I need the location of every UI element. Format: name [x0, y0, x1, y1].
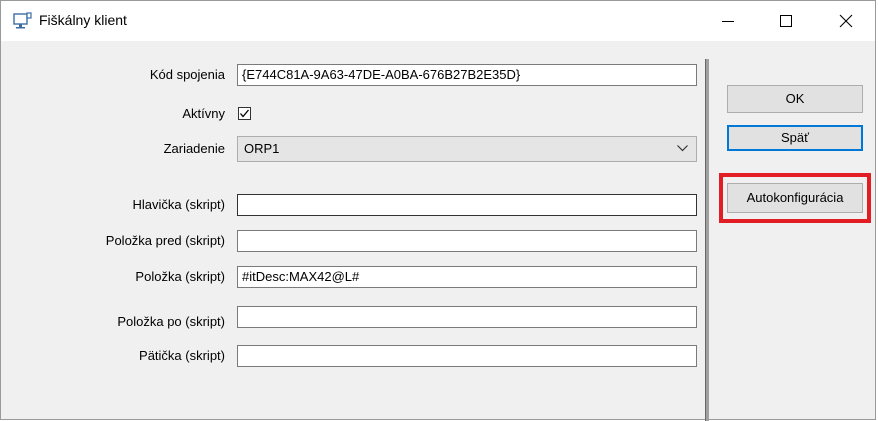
- zariadenie-label: Zariadenie: [163, 141, 225, 156]
- highlight-annotation: [719, 173, 871, 223]
- kod-spojenia-input[interactable]: {E744C81A-9A63-47DE-A0BA-676B27B2E35D}: [237, 64, 697, 86]
- polozka-pred-input[interactable]: [237, 230, 697, 252]
- checkmark-icon: [240, 109, 249, 118]
- polozka-pred-label: Položka pred (skript): [105, 233, 225, 248]
- minimize-button[interactable]: [699, 1, 757, 41]
- paticka-label: Pätička (skript): [139, 348, 225, 363]
- polozka-label: Položka (skript): [135, 269, 225, 284]
- app-icon: [13, 12, 33, 30]
- ok-button[interactable]: OK: [727, 85, 863, 113]
- button-panel: [709, 59, 875, 419]
- hlavicka-label: Hlavička (skript): [132, 197, 225, 212]
- window-title: Fiškálny klient: [39, 12, 127, 28]
- zariadenie-selected-value: ORP1: [244, 141, 280, 156]
- maximize-button[interactable]: [757, 1, 815, 41]
- close-button[interactable]: [817, 1, 875, 41]
- aktivny-checkbox[interactable]: [238, 107, 251, 120]
- kod-spojenia-label: Kód spojenia: [149, 67, 225, 82]
- hlavicka-input[interactable]: [237, 194, 697, 216]
- zariadenie-select[interactable]: ORP1: [237, 136, 697, 162]
- dialog-window: Fiškálny klient Kód spojenia Aktívny Zar…: [0, 0, 876, 421]
- chevron-down-icon: [677, 145, 688, 152]
- minimize-icon: [722, 21, 734, 22]
- polozka-input[interactable]: #itDesc:MAX42@L#: [237, 266, 697, 288]
- spat-button[interactable]: Späť: [727, 125, 863, 151]
- paticka-input[interactable]: [237, 345, 697, 367]
- title-bar[interactable]: Fiškálny klient: [1, 1, 875, 41]
- maximize-icon: [780, 15, 792, 27]
- close-icon: [839, 14, 853, 28]
- aktivny-label: Aktívny: [182, 106, 225, 121]
- polozka-po-input[interactable]: [237, 306, 697, 328]
- polozka-po-label: Položka po (skript): [117, 314, 225, 329]
